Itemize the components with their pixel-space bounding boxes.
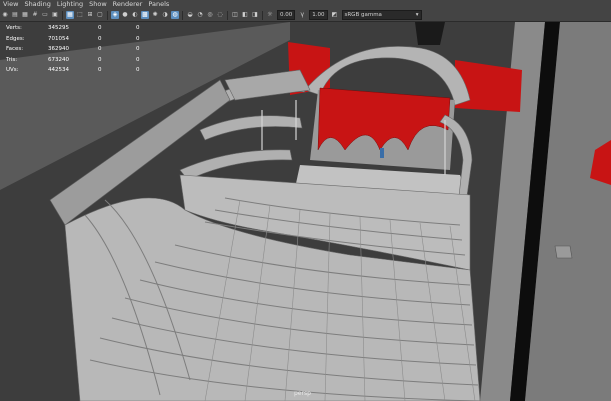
resolution-gate-icon[interactable]: ▣ <box>51 11 59 19</box>
xray-icon[interactable]: ◫ <box>231 11 239 19</box>
gate-mask-icon[interactable]: ▢ <box>96 11 104 19</box>
poly-count-hud: Verts: 345295 0 0 Edges: 701054 0 0 Face… <box>6 23 174 76</box>
maya-viewport-panel: View Shading Lighting Show Renderer Pane… <box>0 0 611 401</box>
depth-of-field-icon[interactable]: ◎ <box>206 11 214 19</box>
hud-label: Tris: <box>6 56 18 63</box>
gamma-field[interactable]: 1.00 <box>309 10 328 20</box>
hud-label: UVs: <box>6 67 19 73</box>
hud-selected: 0 <box>98 67 102 73</box>
hud-selected: 0 <box>98 35 102 42</box>
hud-value: 701054 <box>48 35 69 42</box>
grid-toggle-icon[interactable]: ▦ <box>66 11 74 19</box>
hud-component: 0 <box>136 67 140 73</box>
toolbar-divider <box>107 10 108 20</box>
wireframe-icon[interactable]: ◈ <box>111 11 119 19</box>
film-gate-icon[interactable]: ▭ <box>41 11 49 19</box>
exposure-field[interactable]: 0.00 <box>277 10 296 20</box>
perspective-viewport[interactable] <box>0 22 611 401</box>
hud-row-faces: Faces: 362940 0 0 <box>6 44 174 55</box>
antialias-icon[interactable]: ◔ <box>196 11 204 19</box>
chevron-down-icon: ▾ <box>415 12 419 18</box>
camera-icon[interactable]: ◉ <box>1 11 9 19</box>
hud-component: 0 <box>136 25 140 31</box>
panel-menu-bar: View Shading Lighting Show Renderer Pane… <box>0 0 611 9</box>
menu-renderer[interactable]: Renderer <box>110 0 146 9</box>
hud-row-tris: Tris: 673240 0 0 <box>6 55 174 66</box>
color-space-dropdown[interactable]: sRGB gamma ▾ <box>341 10 422 20</box>
hud-selected: 0 <box>98 46 102 52</box>
safe-action-icon[interactable]: ⬚ <box>76 11 84 19</box>
hud-value: 345295 <box>48 25 69 31</box>
toolbar-divider <box>62 10 63 20</box>
hud-component: 0 <box>136 46 140 52</box>
hud-row-uvs: UVs: 442534 0 0 <box>6 65 174 76</box>
image-plane-icon[interactable]: ▦ <box>21 11 29 19</box>
menu-lighting[interactable]: Lighting <box>54 0 86 9</box>
hud-row-edges: Edges: 701054 0 0 <box>6 34 174 45</box>
screen-space-ao-icon[interactable]: ◍ <box>171 11 179 19</box>
hud-label: Faces: <box>6 46 24 52</box>
hud-value: 362940 <box>48 46 69 52</box>
menu-shading[interactable]: Shading <box>21 0 53 9</box>
hud-row-verts: Verts: 345295 0 0 <box>6 23 174 34</box>
isolate-select-icon[interactable]: ◌ <box>216 11 224 19</box>
theater-scene <box>0 22 611 401</box>
field-chart-icon[interactable]: ⊞ <box>86 11 94 19</box>
hud-selected: 0 <box>98 56 102 63</box>
xray-joints-icon[interactable]: ◨ <box>251 11 259 19</box>
hud-component: 0 <box>136 35 140 42</box>
toolbar-divider <box>182 10 183 20</box>
textured-icon[interactable]: ▩ <box>141 11 149 19</box>
chair-prop <box>554 245 573 259</box>
gamma-icon[interactable]: γ <box>298 11 306 19</box>
color-space-value: sRGB gamma <box>344 12 382 18</box>
hud-component: 0 <box>136 56 140 63</box>
hud-value: 673240 <box>48 56 69 63</box>
actor-figure <box>380 148 384 158</box>
default-material-icon[interactable]: ◐ <box>131 11 139 19</box>
menu-panels[interactable]: Panels <box>145 0 172 9</box>
view-transform-icon[interactable]: ◩ <box>331 11 339 19</box>
smooth-shade-icon[interactable]: ● <box>121 11 129 19</box>
hud-selected: 0 <box>98 25 102 31</box>
camera-name-label: persp <box>294 390 311 397</box>
panel-toolbar: ◉ ▤ ▦ # ▭ ▣ ▦ ⬚ ⊞ ▢ ◈ ● ◐ ▩ ✺ ◑ ◍ ◒ ◔ ◎ … <box>0 9 611 22</box>
top-dark-block <box>415 22 445 45</box>
menu-view[interactable]: View <box>0 0 21 9</box>
motion-blur-icon[interactable]: ◒ <box>186 11 194 19</box>
bookmark-icon[interactable]: ▤ <box>11 11 19 19</box>
toolbar-divider <box>227 10 228 20</box>
hud-label: Edges: <box>6 35 25 42</box>
grid-icon[interactable]: # <box>31 11 39 19</box>
xray-active-icon[interactable]: ◧ <box>241 11 249 19</box>
toolbar-divider <box>262 10 263 20</box>
menu-show[interactable]: Show <box>86 0 110 9</box>
hud-value: 442534 <box>48 67 69 73</box>
hud-label: Verts: <box>6 25 22 31</box>
use-lights-icon[interactable]: ✺ <box>151 11 159 19</box>
exposure-icon[interactable]: ☼ <box>266 11 274 19</box>
shadows-icon[interactable]: ◑ <box>161 11 169 19</box>
